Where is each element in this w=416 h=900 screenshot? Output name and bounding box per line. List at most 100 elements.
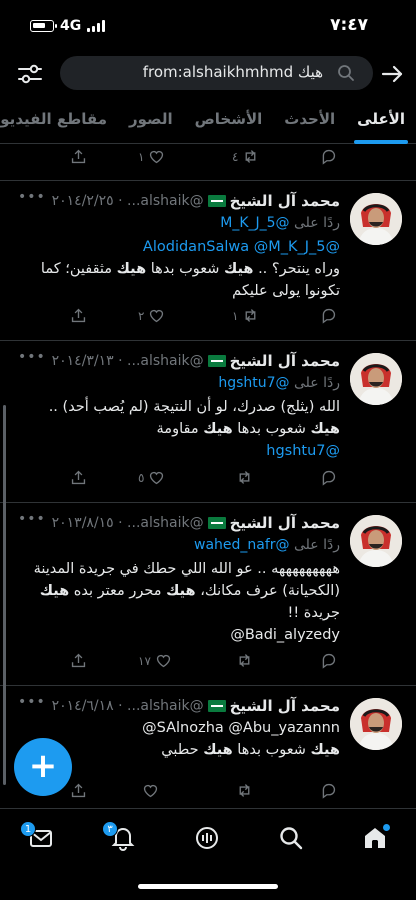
like-button[interactable]: ٥ [138, 469, 165, 486]
share-button[interactable] [70, 307, 87, 324]
like-count: ١٧ [138, 653, 151, 668]
home-indicator [138, 884, 278, 889]
search-tabs: الأعلى الأحدث الأشخاص الصور مقاطع الفيدي… [0, 100, 416, 144]
tweet-header: محمد آل الشيخ @alshaik... · ٢٠١٣/٨/١٥ [12, 513, 340, 533]
share-button[interactable] [70, 782, 87, 799]
share-button[interactable] [70, 148, 87, 165]
share-button[interactable] [70, 469, 87, 486]
tweet[interactable]: محمد آل الشيخ @alshaik... · ٢٠١٤/٢/٢٥ ••• ر… [0, 181, 416, 341]
tweet-body-line: تكونوا يولى عليكم [232, 283, 340, 299]
plus-icon: + [28, 745, 58, 786]
heart-icon [143, 784, 158, 798]
reply-button[interactable] [320, 307, 337, 324]
author-name[interactable]: محمد آل الشيخ [230, 192, 340, 210]
search-query: from:alshaikhmhmd هيك [142, 63, 323, 81]
compose-button[interactable]: + [14, 738, 72, 796]
reply-context: ردًا على @hgshtu7 [218, 375, 340, 391]
scrollbar[interactable] [3, 405, 6, 785]
tweet-actions: ٥ [0, 469, 416, 493]
retweet-button[interactable] [232, 652, 253, 669]
reply-mention[interactable]: @hgshtu7 [218, 375, 289, 391]
tab-people[interactable]: الأشخاص [184, 100, 274, 144]
reply-button[interactable] [320, 652, 337, 669]
previous-tweet-actions: ١ ٤ [0, 148, 416, 172]
battery-icon [30, 20, 57, 32]
tweet-text: حطبي [161, 742, 204, 758]
tweet-body-line: هيك شعوب بدها هيك حطبي [161, 742, 340, 758]
like-button[interactable]: ١ [138, 148, 165, 165]
reply-mention[interactable]: @M_K_J_5 [220, 215, 289, 231]
search-input[interactable]: from:alshaikhmhmd هيك [60, 56, 373, 90]
more-options-icon[interactable]: ••• [18, 189, 46, 205]
tweet-body-line: (الكحيانة) عرف مكانك، هيك محرر معتر بده … [40, 583, 340, 599]
reply-context: ردًا على @wahed_nafr [194, 537, 340, 553]
more-options-icon[interactable]: ••• [18, 511, 46, 527]
nav-notifications[interactable]: ٣ [102, 821, 140, 855]
saudi-flag-icon [207, 355, 226, 367]
reply-button[interactable] [320, 782, 337, 799]
home-indicator-dot [383, 824, 390, 831]
tweet[interactable]: محمد آل الشيخ @alshaik... · ٢٠١٤/٣/١٣ ••• ر… [0, 341, 416, 503]
tweet-header: محمد آل الشيخ @alshaik... · ٢٠١٤/٦/١٨ [12, 696, 340, 716]
like-count: ٢ [138, 308, 145, 323]
profile-photo [350, 698, 402, 750]
retweet-button[interactable]: ١ [232, 307, 259, 324]
tweet-body-line: الله (يثلج) صدرك، لو أن النتيجة (لم يُصب… [49, 399, 340, 415]
highlight-term: هيك [223, 261, 254, 277]
retweet-button[interactable]: ٤ [232, 148, 259, 165]
tweet-text: شعوب بدها [232, 421, 311, 437]
retweet-button[interactable] [232, 782, 253, 799]
search-header: from:alshaikhmhmd هيك [0, 56, 416, 92]
back-arrow-icon[interactable] [380, 62, 404, 86]
status-indicators: 4G [30, 18, 106, 34]
tab-videos[interactable]: مقاطع الفيديو [0, 100, 118, 144]
author-name[interactable]: محمد آل الشيخ [230, 697, 340, 715]
author-name[interactable]: محمد آل الشيخ [230, 352, 340, 370]
author-name[interactable]: محمد آل الشيخ [230, 514, 340, 532]
reply-prefix: ردًا على [294, 537, 340, 553]
retweet-button[interactable] [232, 469, 253, 486]
tweet-text: وراه ينتحر؟ .. [253, 261, 340, 277]
nav-home[interactable] [362, 824, 392, 855]
nav-spaces[interactable] [194, 825, 224, 855]
tweet-text: تكونوا يولى عليكم [232, 283, 340, 299]
reply-icon [322, 470, 336, 486]
like-count: ١ [138, 149, 145, 164]
saudi-flag-icon [207, 195, 226, 207]
like-button[interactable]: ١٧ [138, 652, 172, 669]
reply-button[interactable] [320, 148, 337, 165]
tweet-mentions[interactable]: @AlodidanSalwa @M_K_J_5 [143, 239, 340, 255]
more-options-icon[interactable]: ••• [18, 694, 46, 710]
reply-button[interactable] [320, 469, 337, 486]
tab-top[interactable]: الأعلى [346, 100, 416, 144]
tweet-body-line: هههههههههه .. عو الله اللي حطك في جريدة … [34, 561, 340, 577]
saudi-flag-icon [207, 517, 226, 529]
reply-mention[interactable]: @wahed_nafr [194, 537, 290, 553]
tweet-actions: ٢١ [0, 307, 416, 331]
avatar[interactable] [350, 353, 402, 405]
more-options-icon[interactable]: ••• [18, 349, 46, 365]
like-button[interactable]: ٢ [138, 307, 165, 324]
reply-prefix: ردًا على [294, 215, 340, 231]
reply-icon [322, 149, 336, 165]
tweet-text: جريدة !! [287, 605, 340, 621]
avatar[interactable] [350, 515, 402, 567]
retweet-count: ١ [232, 308, 239, 323]
tweet-body-line: هيك شعوب بدها هيك مقاومة [157, 421, 340, 437]
tweet[interactable]: محمد آل الشيخ @alshaik... · ٢٠١٣/٨/١٥ ••• ر… [0, 503, 416, 686]
reply-prefix: ردًا على [294, 375, 340, 391]
reply-context: ردًا على @M_K_J_5 [220, 215, 340, 231]
filter-icon[interactable] [16, 60, 44, 88]
tab-latest[interactable]: الأحدث [273, 100, 346, 144]
share-button[interactable] [70, 652, 87, 669]
avatar[interactable] [350, 698, 402, 750]
retweet-icon [239, 654, 250, 667]
like-button[interactable] [138, 782, 159, 799]
tweet-text: SAlnozha @Abu_yazannn@ [142, 720, 340, 736]
nav-messages[interactable]: 1 [20, 821, 58, 855]
tab-photos[interactable]: الصور [118, 100, 184, 144]
status-bar: 4G ٧:٤٧ [0, 0, 416, 52]
avatar[interactable] [350, 193, 402, 245]
nav-search[interactable] [278, 825, 308, 855]
tweet-mentions[interactable]: @hgshtu7 [266, 443, 340, 459]
